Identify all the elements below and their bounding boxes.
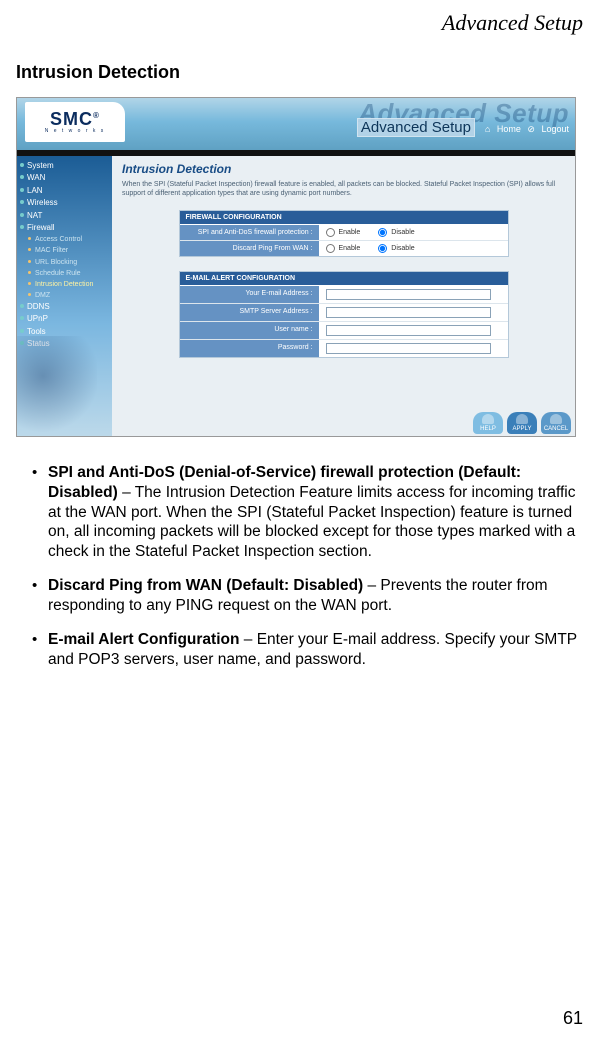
sidebar-subitem[interactable]: MAC Filter — [17, 245, 112, 256]
email-alert-table: E-MAIL ALERT CONFIGURATION Your E-mail A… — [179, 271, 509, 358]
smtp-server-label: SMTP Server Address : — [180, 304, 320, 321]
screenshot-top-bar: SMC® N e t w o r k s Advanced Setup Adva… — [17, 98, 575, 150]
opt-enable-label: Enable — [339, 229, 361, 236]
username-input[interactable] — [326, 325, 491, 336]
home-link[interactable]: Home — [497, 124, 521, 134]
smtp-server-input[interactable] — [326, 307, 491, 318]
username-label: User name : — [180, 322, 320, 339]
firewall-config-header: FIREWALL CONFIGURATION — [180, 211, 508, 225]
password-label: Password : — [180, 340, 320, 357]
opt-enable-label: Enable — [339, 245, 361, 252]
opt-disable-label: Disable — [391, 229, 414, 236]
top-bar-label: Advanced Setup — [357, 118, 475, 137]
email-address-input[interactable] — [326, 289, 491, 300]
home-icon[interactable]: ⌂ — [485, 124, 490, 134]
list-item: Discard Ping from WAN (Default: Disabled… — [28, 576, 577, 616]
sidebar-item[interactable]: LAN — [17, 185, 112, 197]
list-item: SPI and Anti-DoS (Denial-of-Service) fir… — [28, 463, 577, 562]
table-row: SMTP Server Address : — [180, 304, 508, 322]
sidebar-subitem[interactable]: Intrusion Detection — [17, 279, 112, 290]
sidebar-figure-art — [17, 336, 97, 436]
apply-button[interactable]: APPLY — [507, 412, 537, 434]
brand-logo: SMC® N e t w o r k s — [25, 102, 125, 142]
logout-icon[interactable]: ⊘ — [527, 124, 535, 134]
registered-icon: ® — [93, 111, 100, 120]
sidebar-item[interactable]: DDNS — [17, 301, 112, 313]
bottom-buttons: HELP APPLY CANCEL — [473, 412, 571, 434]
screenshot-body: SystemWANLANWirelessNATFirewallAccess Co… — [17, 156, 575, 436]
brand-text: SMC® — [50, 110, 100, 128]
bullet-list: SPI and Anti-DoS (Denial-of-Service) fir… — [16, 463, 583, 669]
panel-description: When the SPI (Stateful Packet Inspection… — [122, 180, 565, 198]
discard-ping-value: Enable Disable — [320, 241, 508, 256]
sidebar: SystemWANLANWirelessNATFirewallAccess Co… — [17, 156, 112, 436]
sidebar-subitem[interactable]: Access Control — [17, 234, 112, 245]
router-admin-screenshot: SMC® N e t w o r k s Advanced Setup Adva… — [16, 97, 576, 437]
sidebar-item[interactable]: NAT — [17, 210, 112, 222]
sidebar-subitem[interactable]: URL Blocking — [17, 257, 112, 268]
table-row: Your E-mail Address : — [180, 286, 508, 304]
ping-enable-radio[interactable] — [326, 244, 335, 253]
sidebar-item[interactable]: Wireless — [17, 197, 112, 209]
firewall-config-table: FIREWALL CONFIGURATION SPI and Anti-DoS … — [179, 210, 509, 257]
sidebar-item[interactable]: WAN — [17, 172, 112, 184]
spi-label: SPI and Anti-DoS firewall protection : — [180, 225, 320, 240]
table-row: Discard Ping From WAN : Enable Disable — [180, 241, 508, 256]
spi-value: Enable Disable — [320, 225, 508, 240]
password-input[interactable] — [326, 343, 491, 354]
brand-subtext: N e t w o r k s — [45, 128, 106, 134]
content-panel: Intrusion Detection When the SPI (Statef… — [112, 156, 575, 436]
spi-disable-radio[interactable] — [378, 228, 387, 237]
discard-ping-label: Discard Ping From WAN : — [180, 241, 320, 256]
bullet-lead: Discard Ping from WAN (Default: Disabled… — [48, 577, 363, 594]
section-heading: Intrusion Detection — [16, 62, 583, 83]
page-number: 61 — [563, 1008, 583, 1029]
page-header-title: Advanced Setup — [16, 10, 583, 36]
email-alert-header: E-MAIL ALERT CONFIGURATION — [180, 272, 508, 286]
list-item: E-mail Alert Configuration – Enter your … — [28, 630, 577, 670]
table-row: User name : — [180, 322, 508, 340]
sidebar-item[interactable]: Firewall — [17, 222, 112, 234]
bullet-rest: – The Intrusion Detection Feature limits… — [48, 484, 576, 560]
sidebar-item[interactable]: System — [17, 160, 112, 172]
panel-title: Intrusion Detection — [122, 162, 565, 176]
sidebar-subitem[interactable]: DMZ — [17, 290, 112, 301]
ping-disable-radio[interactable] — [378, 244, 387, 253]
sidebar-item[interactable]: UPnP — [17, 313, 112, 325]
cancel-button[interactable]: CANCEL — [541, 412, 571, 434]
opt-disable-label: Disable — [391, 245, 414, 252]
logout-link[interactable]: Logout — [541, 124, 569, 134]
email-address-label: Your E-mail Address : — [180, 286, 320, 303]
table-row: SPI and Anti-DoS firewall protection : E… — [180, 225, 508, 241]
sidebar-subitem[interactable]: Schedule Rule — [17, 268, 112, 279]
table-row: Password : — [180, 340, 508, 357]
spi-enable-radio[interactable] — [326, 228, 335, 237]
bullet-lead: E-mail Alert Configuration — [48, 631, 239, 648]
top-links: ⌂ Home ⊘ Logout — [481, 124, 569, 135]
help-button[interactable]: HELP — [473, 412, 503, 434]
